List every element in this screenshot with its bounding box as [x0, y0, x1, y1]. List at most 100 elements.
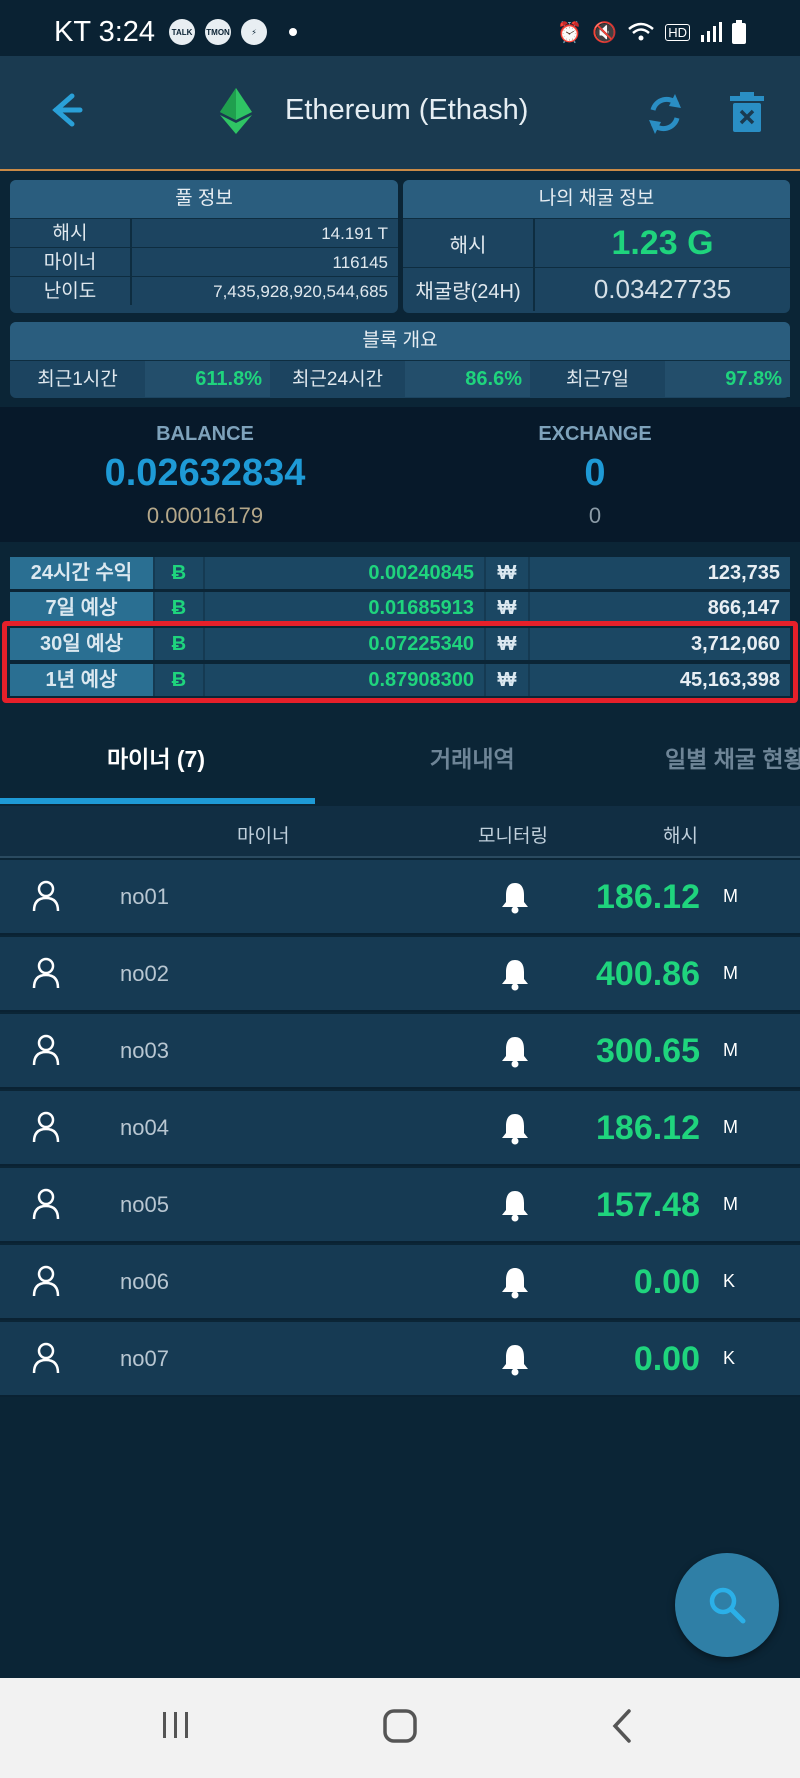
lightning-icon: ⚡ [241, 19, 268, 45]
bell-icon[interactable] [500, 1034, 530, 1068]
miner-name: no04 [120, 1115, 169, 1140]
miner-name: no01 [120, 884, 169, 909]
miner-name: no03 [120, 1038, 169, 1063]
table-row[interactable]: no03 300.65 M [0, 1014, 800, 1089]
user-icon [32, 957, 60, 989]
last-7d-value: 97.8% [665, 361, 790, 397]
exchange-sub-value: 0 [588, 503, 602, 528]
refresh-icon[interactable] [645, 92, 685, 136]
system-nav-bar [0, 1678, 800, 1778]
bell-icon[interactable] [500, 1188, 530, 1222]
bell-icon[interactable] [500, 1111, 530, 1145]
ethereum-logo-icon [220, 88, 252, 134]
bell-icon[interactable] [500, 1342, 530, 1376]
app-title: Ethereum (Ethash) [285, 94, 529, 126]
pool-info-row: 마이너 116145 [10, 247, 398, 276]
home-icon[interactable] [382, 1708, 418, 1744]
table-row[interactable]: no05 157.48 M [0, 1168, 800, 1243]
user-icon [32, 1265, 60, 1297]
user-icon [32, 1111, 60, 1143]
my-mining-info-panel: 나의 채굴 정보 해시 1.23 G 채굴량(24H) 0.03427735 [403, 180, 790, 313]
miner-hash-unit: M [723, 1040, 738, 1060]
coin-symbol-icon: Ƀ [155, 557, 203, 589]
bell-icon[interactable] [500, 1265, 530, 1299]
miner-hash-unit: K [723, 1271, 736, 1291]
tab-miners[interactable]: 마이너 (7) [107, 740, 205, 774]
bell-icon[interactable] [500, 880, 530, 914]
tab-daily-mining[interactable]: 일별 채굴 현황 [665, 740, 800, 774]
my-amount-value: 0.03427735 [593, 274, 732, 304]
earnings-row-7d: 7일 예상 Ƀ 0.01685913 ₩ 866,147 [10, 592, 790, 624]
last-24h-value: 86.6% [405, 361, 530, 397]
search-icon [709, 1587, 746, 1624]
mute-icon: 🔇 [592, 21, 618, 44]
highlight-annotation [2, 621, 798, 703]
miner-hash-value: 0.00 [633, 1340, 700, 1378]
balance-sub-value: 0.00016179 [146, 503, 264, 528]
table-row[interactable]: no02 400.86 M [0, 937, 800, 1012]
exchange-value: 0 [584, 452, 606, 494]
status-bar: KT 3:24 TALK TMON ⚡ ⏰ 🔇 HD [0, 0, 800, 64]
miner-hash-unit: M [723, 886, 738, 906]
tmon-icon: TMON [205, 19, 232, 45]
pool-hash-label: 해시 [10, 219, 132, 247]
col-hash-header: 해시 [663, 826, 698, 847]
last-24h-label: 최근24시간 [291, 369, 384, 390]
won-symbol-icon: ₩ [486, 557, 528, 589]
table-row[interactable]: no06 0.00 K [0, 1245, 800, 1320]
signal-icon [701, 22, 722, 42]
earnings-label: 24시간 수익 [10, 557, 153, 589]
exchange-block: EXCHANGE 0 0 [395, 407, 795, 529]
last-1h-label: 최근1시간 [37, 369, 118, 390]
pool-info-header: 풀 정보 [10, 180, 398, 218]
pool-miners-value: 116145 [332, 253, 388, 272]
table-row[interactable]: no01 186.12 M [0, 860, 800, 935]
hd-icon: HD [665, 23, 690, 41]
exchange-label: EXCHANGE [538, 423, 652, 445]
krw-value: 866,147 [530, 592, 790, 624]
active-tab-indicator [0, 798, 315, 804]
pool-miners-label: 마이너 [10, 248, 132, 276]
last-1h-value: 611.8% [145, 361, 270, 397]
miner-name: no05 [120, 1192, 169, 1217]
pool-info-row: 난이도 7,435,928,920,544,685 [10, 276, 398, 305]
more-notifications-dot [289, 28, 298, 36]
balance-label: BALANCE [156, 423, 254, 445]
recent-apps-icon[interactable] [160, 1708, 192, 1742]
tab-transactions[interactable]: 거래내역 [430, 740, 515, 774]
balance-area: BALANCE 0.02632834 0.00016179 EXCHANGE 0… [0, 407, 800, 542]
col-miner-header: 마이너 [237, 826, 290, 847]
balance-block: BALANCE 0.02632834 0.00016179 [5, 407, 405, 529]
miner-hash-value: 0.00 [633, 1263, 700, 1301]
miner-hash-unit: K [723, 1348, 736, 1368]
my-amount-row: 채굴량(24H) 0.03427735 [403, 267, 790, 311]
miner-hash-value: 300.65 [596, 1032, 700, 1070]
bell-icon[interactable] [500, 957, 530, 991]
miner-hash-value: 400.86 [596, 955, 700, 993]
alarm-icon: ⏰ [557, 21, 583, 44]
miner-hash-value: 186.12 [596, 878, 700, 916]
block-summary-panel: 블록 개요 최근1시간 611.8% 최근24시간 86.6% 최근7일 97.… [10, 322, 790, 398]
pool-info-panel: 풀 정보 해시 14.191 T 마이너 116145 난이도 7,435,92… [10, 180, 398, 313]
pool-info-row: 해시 14.191 T [10, 218, 398, 247]
tab-bar: 마이너 (7) 거래내역 일별 채굴 현황 [0, 708, 800, 806]
miner-hash-unit: M [723, 1194, 738, 1214]
back-icon[interactable] [610, 1708, 634, 1744]
delete-icon[interactable] [730, 92, 764, 132]
coin-value: 0.01685913 [205, 592, 484, 624]
notification-icons: TALK TMON ⚡ [169, 19, 298, 45]
search-button[interactable] [675, 1553, 779, 1657]
my-hash-value: 1.23 G [611, 223, 714, 262]
table-row[interactable]: no04 186.12 M [0, 1091, 800, 1166]
miner-table-header: 마이너 모니터링 해시 [0, 806, 800, 858]
back-arrow-icon[interactable] [42, 88, 86, 132]
coin-symbol-icon: Ƀ [155, 592, 203, 624]
balance-value: 0.02632834 [104, 452, 306, 494]
pool-difficulty-value: 7,435,928,920,544,685 [213, 282, 388, 301]
system-status-icons: ⏰ 🔇 HD [557, 20, 746, 45]
table-row[interactable]: no07 0.00 K [0, 1322, 800, 1397]
battery-icon [732, 20, 746, 44]
miner-hash-value: 186.12 [596, 1109, 700, 1147]
status-time: KT 3:24 [54, 15, 156, 48]
block-summary-row: 최근1시간 611.8% 최근24시간 86.6% 최근7일 97.8% [10, 360, 790, 397]
